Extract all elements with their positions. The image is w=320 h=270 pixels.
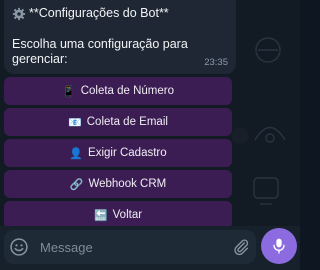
link-icon: 🔗 (69, 178, 84, 191)
paperclip-icon (234, 239, 249, 256)
message-title-row: **Configurações do Bot** (12, 6, 228, 21)
keyboard-button-voltar[interactable]: 🔙 Voltar (4, 201, 232, 229)
email-icon: 📧 (68, 116, 82, 129)
message-body-line: gerenciar: (12, 52, 68, 66)
voice-record-button[interactable] (261, 228, 297, 264)
emoji-button[interactable] (4, 230, 34, 264)
keyboard-button-label: Voltar (112, 209, 143, 221)
keyboard-button-coleta-numero[interactable]: 📱 Coleta de Número (4, 77, 232, 105)
user-icon: 👤 (69, 147, 84, 160)
doodle-pattern (253, 177, 279, 205)
message-title: **Configurações do Bot** (29, 6, 169, 20)
inline-keyboard: 📱 Coleta de Número 📧 Coleta de Email 👤 E… (4, 74, 232, 229)
keyboard-button-webhook-crm[interactable]: 🔗 Webhook CRM (4, 170, 232, 198)
message-body-line: Escolha uma configuração para (12, 37, 188, 51)
keyboard-button-coleta-email[interactable]: 📧 Coleta de Email (4, 108, 232, 136)
message-timestamp: 23:35 (204, 57, 228, 68)
attach-button[interactable] (226, 230, 256, 264)
keyboard-button-label: Exigir Cadastro (88, 147, 167, 159)
back-arrow-icon: 🔙 (93, 209, 108, 222)
keyboard-button-label: Webhook CRM (88, 178, 167, 190)
composer-bar (0, 226, 300, 270)
bot-message-bubble: **Configurações do Bot** Escolha uma con… (4, 0, 236, 74)
gear-icon (12, 7, 26, 20)
smiley-icon (10, 238, 28, 256)
keyboard-button-exigir-cadastro[interactable]: 👤 Exigir Cadastro (4, 139, 232, 167)
mobile-phone-icon: 📱 (61, 85, 76, 98)
doodle-pattern (254, 126, 286, 143)
microphone-icon (273, 238, 285, 254)
message-input[interactable] (34, 230, 226, 264)
composer-field-wrapper (4, 230, 256, 264)
keyboard-button-label: Coleta de Email (86, 116, 168, 128)
doodle-pattern (255, 37, 281, 63)
keyboard-button-label: Coleta de Número (80, 85, 175, 97)
